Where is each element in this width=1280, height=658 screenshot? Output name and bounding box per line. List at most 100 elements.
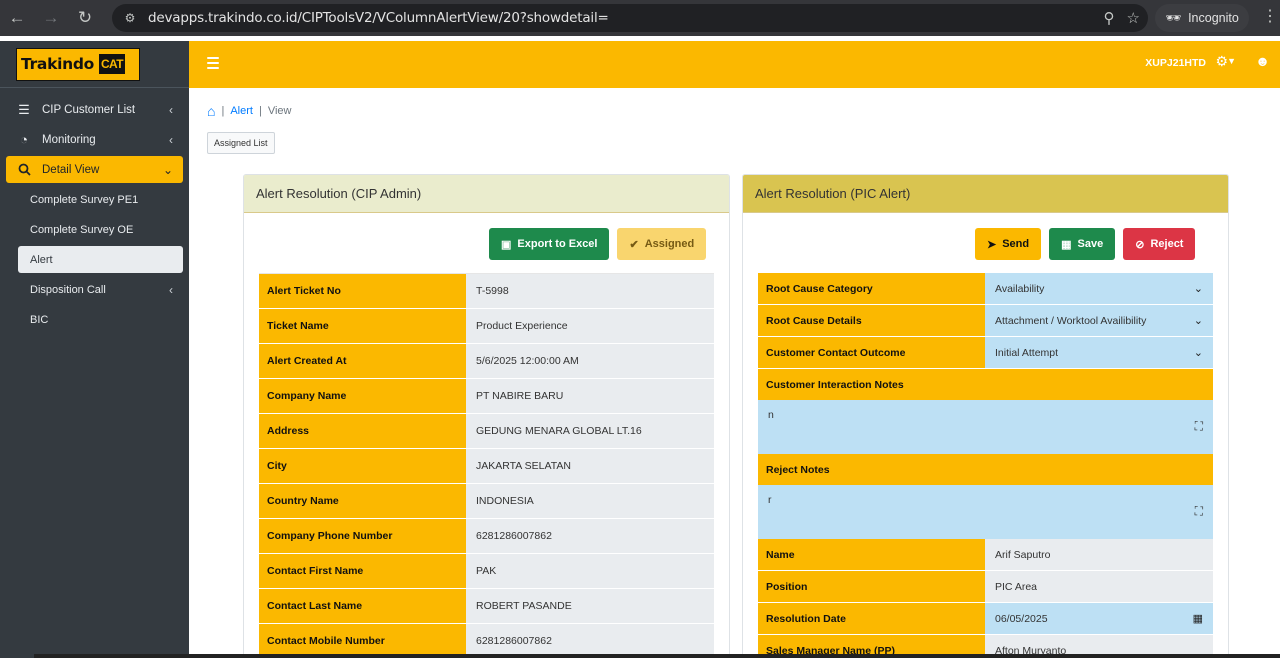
field-value: INDONESIA	[466, 483, 714, 519]
alert-resolution-admin-card: Alert Resolution (CIP Admin) ▣ Export to…	[243, 174, 730, 658]
breadcrumb-alert-link[interactable]: Alert	[230, 105, 253, 117]
resolution-date-input[interactable]: 06/05/2025 ▦	[985, 603, 1213, 634]
export-excel-button[interactable]: ▣ Export to Excel	[489, 228, 610, 260]
send-label: Send	[1002, 238, 1030, 250]
field-label: Root Cause Category	[758, 273, 985, 304]
logo-text: Trakindo	[21, 55, 94, 73]
search-icon	[6, 163, 42, 176]
field-label: Company Phone Number	[259, 518, 466, 554]
table-row: Company Name PT NABIRE BARU	[259, 378, 714, 414]
reload-icon[interactable]: ↻	[68, 0, 102, 36]
username[interactable]: XUPJ21HTD	[1145, 57, 1206, 69]
field-label: Position	[758, 571, 985, 602]
table-row: City JAKARTA SELATAN	[259, 448, 714, 484]
incognito-label: Incognito	[1188, 11, 1239, 25]
sidebar-item-complete-survey-oe[interactable]: Complete Survey OE	[18, 216, 183, 243]
field-label: Root Cause Details	[758, 305, 985, 336]
field-value: Product Experience	[466, 308, 714, 344]
field-label: City	[259, 448, 466, 484]
field-value: GEDUNG MENARA GLOBAL LT.16	[466, 413, 714, 449]
address-bar[interactable]: ⚙ devapps.trakindo.co.id/CIPToolsV2/VCol…	[112, 4, 1148, 32]
reject-notes-textarea[interactable]: r ⛶	[758, 485, 1213, 539]
reject-label: Reject	[1150, 238, 1184, 250]
file-excel-icon: ▣	[501, 238, 512, 251]
sidebar-item-alert[interactable]: Alert	[18, 246, 183, 273]
form-row: Customer Contact Outcome Initial Attempt…	[758, 337, 1213, 369]
field-label: Customer Contact Outcome	[758, 337, 985, 368]
expand-icon[interactable]: ⛶	[1195, 504, 1203, 519]
contact-outcome-select[interactable]: Initial Attempt ⌄	[985, 337, 1213, 368]
trakindo-logo[interactable]: Trakindo CAT	[16, 47, 140, 81]
table-row: Alert Created At 5/6/2025 12:00:00 AM	[259, 343, 714, 379]
table-row: Address GEDUNG MENARA GLOBAL LT.16	[259, 413, 714, 449]
table-row: Company Phone Number 6281286007862	[259, 518, 714, 554]
url-text[interactable]: devapps.trakindo.co.id/CIPToolsV2/VColum…	[148, 10, 609, 26]
user-icon[interactable]: ☻	[1255, 53, 1270, 69]
sidebar-item-detail-view[interactable]: Detail View ⌄	[6, 156, 183, 183]
chevron-left-icon: ‹	[169, 282, 173, 297]
sidebar-item-complete-survey-pe1[interactable]: Complete Survey PE1	[18, 186, 183, 213]
sidebar-item-bic[interactable]: BIC	[18, 306, 183, 333]
table-row: Contact First Name PAK	[259, 553, 714, 589]
field-label: Contact Mobile Number	[259, 623, 466, 658]
check-circle-icon: ✔	[629, 238, 639, 251]
pic-form: Root Cause Category Availability ⌄ Root …	[758, 273, 1213, 658]
alert-resolution-pic-card: Alert Resolution (PIC Alert) ➤ Send ▦ Sa…	[742, 174, 1229, 658]
root-cause-category-select[interactable]: Availability ⌄	[985, 273, 1213, 304]
incognito-badge[interactable]: 🕶 Incognito	[1155, 4, 1249, 32]
sidebar-item-label: Disposition Call	[30, 283, 106, 296]
field-label: Ticket Name	[259, 308, 466, 344]
bottom-strip	[34, 654, 1280, 658]
bookmark-star-icon[interactable]: ☆	[1127, 9, 1140, 27]
save-button[interactable]: ▦ Save	[1049, 228, 1116, 260]
sidebar-item-disposition-call[interactable]: Disposition Call ‹	[18, 276, 183, 303]
table-row: Contact Mobile Number 6281286007862	[259, 623, 714, 658]
field-label: Contact Last Name	[259, 588, 466, 624]
calendar-icon[interactable]: ▦	[1193, 612, 1203, 625]
site-info-icon[interactable]: ⚙	[112, 11, 148, 25]
send-button[interactable]: ➤ Send	[975, 228, 1042, 260]
pic-actions: ➤ Send ▦ Save ⊘ Reject	[975, 228, 1196, 260]
assigned-list-button[interactable]: Assigned List	[207, 132, 275, 154]
field-label: Country Name	[259, 483, 466, 519]
forward-icon[interactable]: →	[34, 0, 68, 36]
main-content: ⌂ | Alert | View Assigned List Alert Res…	[189, 88, 1280, 658]
hamburger-menu-icon[interactable]	[207, 57, 219, 72]
interaction-notes-label: Customer Interaction Notes	[758, 369, 1213, 400]
chevron-left-icon: ‹	[169, 132, 173, 147]
chevron-down-icon: ⌄	[162, 162, 173, 177]
field-value: PAK	[466, 553, 714, 589]
field-value: PT NABIRE BARU	[466, 378, 714, 414]
assigned-button[interactable]: ✔ Assigned	[617, 228, 707, 260]
table-row: Contact Last Name ROBERT PASANDE	[259, 588, 714, 624]
expand-icon[interactable]: ⛶	[1195, 419, 1203, 434]
browser-menu-icon[interactable]: ⋮	[1262, 8, 1278, 26]
sidebar-item-label: Monitoring	[42, 133, 96, 146]
export-excel-label: Export to Excel	[517, 238, 598, 250]
name-value: Arif Saputro	[985, 539, 1213, 570]
caret-down-icon[interactable]: ▼	[1227, 56, 1236, 66]
field-value: 6281286007862	[466, 623, 714, 658]
zoom-icon[interactable]: ⚲	[1104, 9, 1115, 27]
home-icon[interactable]: ⌂	[207, 103, 215, 119]
sidebar-item-monitoring[interactable]: ◔ Monitoring ‹	[6, 126, 183, 153]
breadcrumb-current: View	[267, 105, 292, 117]
ban-icon: ⊘	[1135, 238, 1145, 251]
alert-detail-table: Alert Ticket No T-5998 Ticket Name Product…	[259, 273, 714, 658]
sidebar-item-cip-customer-list[interactable]: ☰ CIP Customer List ‹	[6, 96, 183, 123]
textarea-value: r	[768, 494, 772, 506]
field-value: ROBERT PASANDE	[466, 588, 714, 624]
save-label: Save	[1077, 238, 1104, 250]
brand-area[interactable]: Trakindo CAT	[0, 41, 189, 88]
back-icon[interactable]: ←	[0, 0, 34, 36]
form-row: Root Cause Category Availability ⌄	[758, 273, 1213, 305]
root-cause-details-select[interactable]: Attachment / Worktool Availibility ⌄	[985, 305, 1213, 336]
select-value: Initial Attempt	[995, 346, 1059, 359]
table-row: Country Name INDONESIA	[259, 483, 714, 519]
dashboard-icon: ◔	[20, 132, 28, 147]
interaction-notes-textarea[interactable]: n ⛶	[758, 400, 1213, 454]
reject-button[interactable]: ⊘ Reject	[1123, 228, 1196, 260]
reject-notes-label: Reject Notes	[758, 454, 1213, 485]
date-value: 06/05/2025	[995, 612, 1048, 625]
field-value: T-5998	[466, 273, 714, 309]
